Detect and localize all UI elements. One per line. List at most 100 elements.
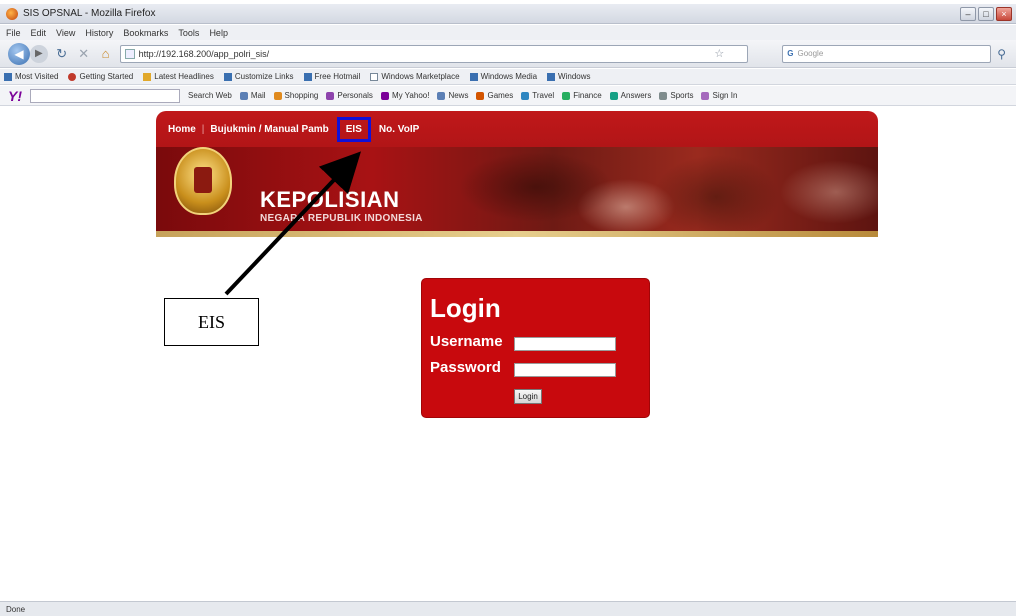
bookmark-label: Getting Started bbox=[79, 72, 134, 81]
status-text: Done bbox=[6, 604, 26, 614]
bookmark-label: Customize Links bbox=[234, 72, 294, 81]
yahoo-my-yahoo[interactable]: My Yahoo! bbox=[380, 91, 429, 100]
yahoo-input[interactable] bbox=[30, 88, 180, 103]
login-button[interactable]: Login bbox=[514, 389, 542, 404]
yahoo-sign-in[interactable]: Sign In bbox=[701, 91, 737, 100]
menu-view[interactable]: View bbox=[56, 28, 75, 38]
bookmark-customize-links[interactable]: Customize Links bbox=[223, 72, 294, 81]
yahoo-item-label: News bbox=[448, 91, 469, 100]
yahoo-item-label: Personals bbox=[337, 91, 373, 100]
nav-home[interactable]: Home bbox=[168, 124, 196, 135]
bookmark-icon bbox=[223, 72, 232, 81]
window-title: SIS OPSNAL - Mozilla Firefox bbox=[23, 8, 156, 19]
menubar: File Edit View History Bookmarks Tools H… bbox=[0, 25, 1016, 40]
page-icon bbox=[124, 48, 135, 59]
bookmark-icon bbox=[547, 72, 556, 81]
shopping-icon bbox=[273, 91, 282, 100]
yahoo-shopping[interactable]: Shopping bbox=[273, 91, 319, 100]
window-titlebar: SIS OPSNAL - Mozilla Firefox – □ × bbox=[0, 4, 1016, 24]
yahoo-travel[interactable]: Travel bbox=[521, 91, 554, 100]
search-placeholder: Google bbox=[797, 49, 824, 58]
google-icon: G bbox=[787, 49, 794, 58]
bookmark-icon bbox=[469, 72, 478, 81]
login-title: Login bbox=[430, 293, 501, 323]
bookmark-label: Most Visited bbox=[15, 72, 59, 81]
window-controls: – □ × bbox=[960, 6, 1012, 21]
bookmark-latest-headlines[interactable]: Latest Headlines bbox=[143, 72, 214, 81]
menu-bookmarks[interactable]: Bookmarks bbox=[123, 28, 168, 38]
sports-icon bbox=[659, 91, 668, 100]
bookmark-windows[interactable]: Windows bbox=[547, 72, 591, 81]
yahoo-search-web[interactable]: Search Web bbox=[188, 91, 232, 100]
page-content: Home | Bujukmin / Manual Pamb EIS No. Vo… bbox=[0, 107, 1016, 601]
yahoo-item-label: Sign In bbox=[712, 91, 738, 100]
mail-icon bbox=[239, 91, 248, 100]
reload-icon[interactable]: ↻ bbox=[54, 46, 70, 62]
bookmark-icon bbox=[303, 72, 312, 81]
menu-help[interactable]: Help bbox=[209, 28, 228, 38]
site-banner: Home | Bujukmin / Manual Pamb EIS No. Vo… bbox=[156, 111, 878, 237]
bookmark-most-visited[interactable]: Most Visited bbox=[4, 72, 58, 81]
yahoo-finance[interactable]: Finance bbox=[562, 91, 602, 100]
callout-label: EIS bbox=[198, 311, 225, 332]
yahoo-toolbar: Y! Search Web Mail Shopping Personals My… bbox=[0, 86, 1016, 106]
personals-icon bbox=[326, 91, 335, 100]
search-input[interactable]: G Google bbox=[782, 44, 992, 63]
bookmark-getting-started[interactable]: Getting Started bbox=[68, 72, 133, 81]
yahoo-answers[interactable]: Answers bbox=[609, 91, 652, 100]
bookmark-icon bbox=[68, 72, 77, 81]
bookmark-star-icon[interactable]: ☆ bbox=[714, 47, 724, 60]
bookmark-windows-marketplace[interactable]: Windows Marketplace bbox=[370, 72, 460, 81]
forward-button[interactable]: ▶ bbox=[29, 44, 48, 63]
menu-edit[interactable]: Edit bbox=[31, 28, 47, 38]
password-field[interactable] bbox=[514, 363, 616, 377]
username-label: Username bbox=[430, 333, 503, 350]
games-icon bbox=[476, 91, 485, 100]
page-icon bbox=[370, 72, 379, 81]
yahoo-games[interactable]: Games bbox=[476, 91, 513, 100]
bookmark-label: Windows bbox=[558, 72, 591, 81]
menu-tools[interactable]: Tools bbox=[178, 28, 199, 38]
yahoo-personals[interactable]: Personals bbox=[326, 91, 373, 100]
yahoo-mail[interactable]: Mail bbox=[239, 91, 266, 100]
callout-label-box: EIS bbox=[164, 298, 259, 346]
status-bar: Done bbox=[0, 601, 1016, 616]
my-yahoo-icon bbox=[380, 91, 389, 100]
yahoo-item-label: Shopping bbox=[284, 91, 319, 100]
bookmark-free-hotmail[interactable]: Free Hotmail bbox=[303, 72, 360, 81]
bookmark-label: Latest Headlines bbox=[154, 72, 214, 81]
username-field[interactable] bbox=[514, 337, 616, 351]
bookmark-windows-media[interactable]: Windows Media bbox=[469, 72, 538, 81]
bookmark-label: Windows Marketplace bbox=[381, 72, 460, 81]
site-nav: Home | Bujukmin / Manual Pamb EIS No. Vo… bbox=[156, 111, 878, 147]
home-icon[interactable]: ⌂ bbox=[98, 46, 114, 61]
menu-file[interactable]: File bbox=[6, 28, 21, 38]
bookmark-label: Windows Media bbox=[480, 72, 538, 81]
answers-icon bbox=[609, 91, 618, 100]
maximize-button[interactable]: □ bbox=[978, 6, 994, 21]
close-button[interactable]: × bbox=[996, 6, 1012, 21]
rss-icon bbox=[143, 72, 152, 81]
back-button[interactable]: ◀ bbox=[8, 42, 30, 65]
yahoo-item-label: Search Web bbox=[188, 91, 232, 100]
minimize-button[interactable]: – bbox=[960, 6, 976, 21]
nav-bujukmin[interactable]: Bujukmin / Manual Pamb bbox=[210, 124, 328, 135]
sign-in-icon bbox=[701, 91, 710, 100]
yahoo-news[interactable]: News bbox=[437, 91, 468, 100]
yahoo-item-label: Answers bbox=[620, 91, 652, 100]
menu-history[interactable]: History bbox=[85, 28, 113, 38]
nav-separator: | bbox=[201, 123, 205, 135]
search-go-icon[interactable]: ⚲ bbox=[997, 47, 1006, 61]
org-name: KEPOLISIAN bbox=[260, 187, 400, 212]
stop-icon[interactable]: ✕ bbox=[76, 46, 92, 62]
travel-icon bbox=[521, 91, 530, 100]
yahoo-sports[interactable]: Sports bbox=[659, 91, 693, 100]
yahoo-logo[interactable]: Y! bbox=[8, 88, 22, 104]
url-bar[interactable]: http://192.168.200/app_polri_sis/ bbox=[119, 44, 749, 63]
bookmark-icon bbox=[4, 72, 12, 81]
yahoo-item-label: Sports bbox=[670, 91, 694, 100]
nav-eis[interactable]: EIS bbox=[336, 116, 371, 142]
url-text: http://192.168.200/app_polri_sis/ bbox=[138, 48, 270, 59]
org-subtitle: NEGARA REPUBLIK INDONESIA bbox=[260, 213, 423, 224]
nav-voip[interactable]: No. VoIP bbox=[379, 124, 419, 135]
